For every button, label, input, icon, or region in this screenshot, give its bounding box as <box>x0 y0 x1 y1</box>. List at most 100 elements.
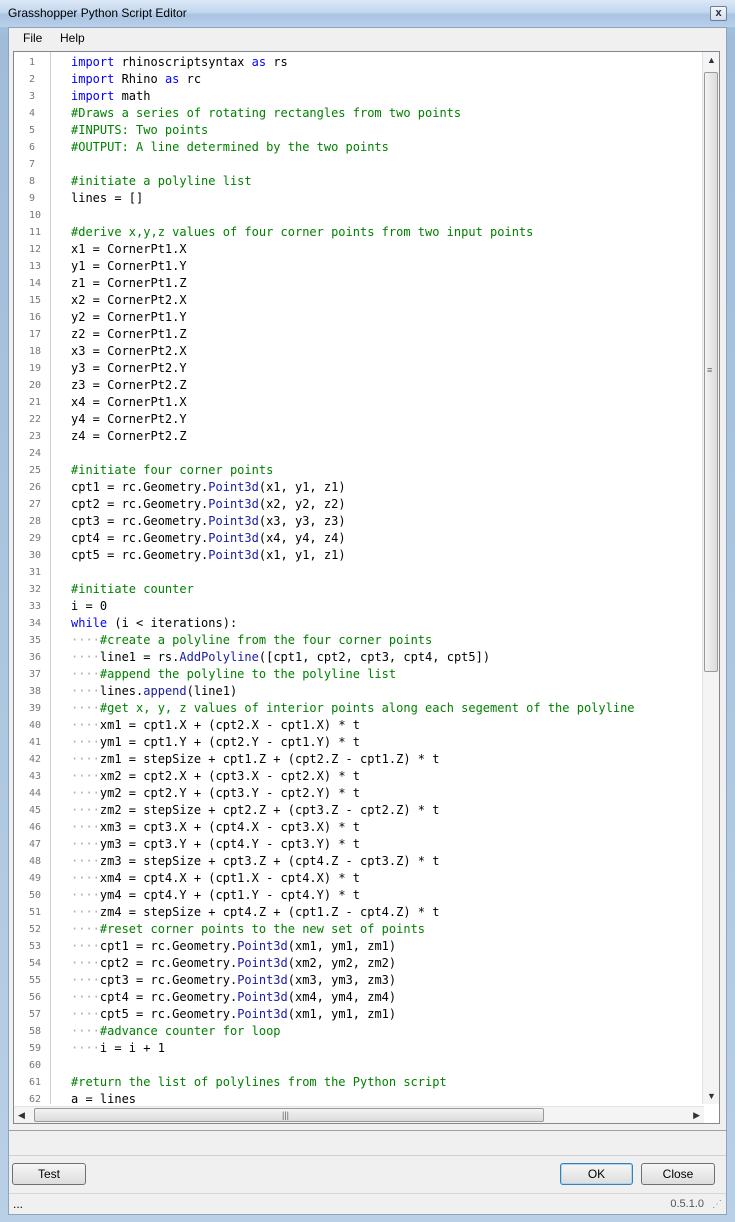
code-line[interactable]: 61 #return the list of polylines from the… <box>14 1074 704 1091</box>
code-line[interactable]: 7 <box>14 156 704 173</box>
code-line[interactable]: 11 #derive x,y,z values of four corner po… <box>14 224 704 241</box>
code-editor[interactable]: 1 import rhinoscriptsyntax as rs 2 import R… <box>13 51 720 1124</box>
code-line[interactable]: 30 cpt5 = rc.Geometry.Point3d(x1, y1, z1) <box>14 547 704 564</box>
code-line[interactable]: 60 <box>14 1057 704 1074</box>
code-line[interactable]: 25 #initiate four corner points <box>14 462 704 479</box>
comment-token: #return the list of polylines from the P… <box>71 1075 447 1089</box>
code-line[interactable]: 12 x1 = CornerPt1.X <box>14 241 704 258</box>
code-line[interactable]: 52 ····#reset corner points to the new se… <box>14 921 704 938</box>
code-line[interactable]: 59 ····i = i + 1 <box>14 1040 704 1057</box>
code-line[interactable]: 57 ····cpt5 = rc.Geometry.Point3d(xm1, ym… <box>14 1006 704 1023</box>
menu-file[interactable]: File <box>23 31 42 45</box>
code-line[interactable]: 13 y1 = CornerPt1.Y <box>14 258 704 275</box>
code-line[interactable]: 54 ····cpt2 = rc.Geometry.Point3d(xm2, ym… <box>14 955 704 972</box>
code-text: z1 = CornerPt1.Z <box>71 275 187 292</box>
code-line[interactable]: 62 a = lines <box>14 1091 704 1104</box>
code-line[interactable]: 16 y2 = CornerPt1.Y <box>14 309 704 326</box>
comment-token: #derive x,y,z values of four corner poin… <box>71 225 534 239</box>
code-line[interactable]: 28 cpt3 = rc.Geometry.Point3d(x3, y3, z3) <box>14 513 704 530</box>
code-line[interactable]: 26 cpt1 = rc.Geometry.Point3d(x1, y1, z1) <box>14 479 704 496</box>
code-line[interactable]: 56 ····cpt4 = rc.Geometry.Point3d(xm4, ym… <box>14 989 704 1006</box>
text-token: (xm2, ym2, zm2) <box>287 956 397 970</box>
code-line[interactable]: 9 lines = [] <box>14 190 704 207</box>
code-line[interactable]: 51 ····zm4 = stepSize + cpt4.Z + (cpt1.Z … <box>14 904 704 921</box>
line-number: 51 <box>29 907 42 918</box>
code-line[interactable]: 47 ····ym3 = cpt3.Y + (cpt4.Y - cpt3.Y) *… <box>14 836 704 853</box>
code-line[interactable]: 35 ····#create a polyline from the four c… <box>14 632 704 649</box>
code-line[interactable]: 6 #OUTPUT: A line determined by the two p… <box>14 139 704 156</box>
horizontal-scroll-thumb[interactable]: ||| <box>34 1108 544 1122</box>
line-number: 45 <box>29 805 42 816</box>
code-line[interactable]: 5 #INPUTS: Two points <box>14 122 704 139</box>
code-line[interactable]: 40 ····xm1 = cpt1.X + (cpt2.X - cpt1.X) *… <box>14 717 704 734</box>
code-line[interactable]: 10 <box>14 207 704 224</box>
code-line[interactable]: 27 cpt2 = rc.Geometry.Point3d(x2, y2, z2) <box>14 496 704 513</box>
code-line[interactable]: 18 x3 = CornerPt2.X <box>14 343 704 360</box>
code-line[interactable]: 1 import rhinoscriptsyntax as rs <box>14 54 704 71</box>
code-line[interactable]: 20 z3 = CornerPt2.Z <box>14 377 704 394</box>
code-line[interactable]: 36 ····line1 = rs.AddPolyline([cpt1, cpt2… <box>14 649 704 666</box>
vertical-scroll-thumb[interactable]: ≡ <box>704 72 718 672</box>
text-token: (x2, y2, z2) <box>258 497 346 511</box>
code-line[interactable]: 21 x4 = CornerPt1.X <box>14 394 704 411</box>
code-line[interactable]: 53 ····cpt1 = rc.Geometry.Point3d(xm1, ym… <box>14 938 704 955</box>
text-token: (xm1, ym1, zm1) <box>287 1007 397 1021</box>
code-line[interactable]: 48 ····zm3 = stepSize + cpt3.Z + (cpt4.Z … <box>14 853 704 870</box>
scroll-right-icon[interactable]: ▶ <box>693 1110 700 1121</box>
ok-button[interactable]: OK <box>560 1163 633 1185</box>
resize-grip-icon[interactable]: ⋰ <box>712 1199 722 1210</box>
code-line[interactable]: 45 ····zm2 = stepSize + cpt2.Z + (cpt3.Z … <box>14 802 704 819</box>
text-token: (x1, y1, z1) <box>258 480 346 494</box>
title-bar[interactable]: Grasshopper Python Script Editor x <box>0 0 735 27</box>
code-line[interactable]: 38 ····lines.append(line1) <box>14 683 704 700</box>
code-line[interactable]: 49 ····xm4 = cpt4.X + (cpt1.X - cpt4.X) *… <box>14 870 704 887</box>
code-line[interactable]: 3 import math <box>14 88 704 105</box>
menu-help[interactable]: Help <box>60 31 85 45</box>
code-line[interactable]: 22 y4 = CornerPt2.Y <box>14 411 704 428</box>
code-line[interactable]: 42 ····zm1 = stepSize + cpt1.Z + (cpt2.Z … <box>14 751 704 768</box>
code-line[interactable]: 43 ····xm2 = cpt2.X + (cpt3.X - cpt2.X) *… <box>14 768 704 785</box>
code-line[interactable]: 39 ····#get x, y, z values of interior po… <box>14 700 704 717</box>
code-line[interactable]: 50 ····ym4 = cpt4.Y + (cpt1.Y - cpt4.Y) *… <box>14 887 704 904</box>
code-line[interactable]: 32 #initiate counter <box>14 581 704 598</box>
code-line[interactable]: 4 #Draws a series of rotating rectangles … <box>14 105 704 122</box>
code-line[interactable]: 29 cpt4 = rc.Geometry.Point3d(x4, y4, z4) <box>14 530 704 547</box>
scroll-down-icon[interactable]: ▼ <box>707 1091 716 1101</box>
code-text-area[interactable]: 1 import rhinoscriptsyntax as rs 2 import R… <box>14 54 704 1104</box>
scroll-left-icon[interactable]: ◀ <box>18 1110 25 1121</box>
comment-token: #initiate counter <box>71 582 194 596</box>
horizontal-scrollbar[interactable]: ◀ ||| ▶ <box>14 1106 704 1123</box>
code-text: import rhinoscriptsyntax as rs <box>71 54 288 71</box>
code-line[interactable]: 46 ····xm3 = cpt3.X + (cpt4.X - cpt3.X) *… <box>14 819 704 836</box>
line-number: 6 <box>29 142 36 153</box>
close-window-button[interactable]: x <box>710 6 727 21</box>
code-line[interactable]: 8 #initiate a polyline list <box>14 173 704 190</box>
vertical-scrollbar[interactable]: ▲ ≡ ▼ <box>702 52 719 1104</box>
code-line[interactable]: 31 <box>14 564 704 581</box>
code-line[interactable]: 2 import Rhino as rc <box>14 71 704 88</box>
line-number: 60 <box>29 1060 42 1071</box>
code-line[interactable]: 15 x2 = CornerPt2.X <box>14 292 704 309</box>
line-number: 12 <box>29 244 42 255</box>
scroll-up-icon[interactable]: ▲ <box>707 55 716 65</box>
code-line[interactable]: 14 z1 = CornerPt1.Z <box>14 275 704 292</box>
code-line[interactable]: 34 while (i < iterations): <box>14 615 704 632</box>
code-line[interactable]: 19 y3 = CornerPt2.Y <box>14 360 704 377</box>
line-number: 25 <box>29 465 42 476</box>
whitespace-marker: ···· <box>71 871 100 885</box>
code-line[interactable]: 37 ····#append the polyline to the polyli… <box>14 666 704 683</box>
test-button[interactable]: Test <box>12 1163 86 1185</box>
text-token: math <box>114 89 151 103</box>
code-line[interactable]: 58 ····#advance counter for loop <box>14 1023 704 1040</box>
code-line[interactable]: 44 ····ym2 = cpt2.Y + (cpt3.Y - cpt2.Y) *… <box>14 785 704 802</box>
code-line[interactable]: 33 i = 0 <box>14 598 704 615</box>
code-line[interactable]: 41 ····ym1 = cpt1.Y + (cpt2.Y - cpt1.Y) *… <box>14 734 704 751</box>
line-number: 21 <box>29 397 42 408</box>
text-token: (x1, y1, z1) <box>258 548 346 562</box>
close-button[interactable]: Close <box>641 1163 715 1185</box>
code-line[interactable]: 23 z4 = CornerPt2.Z <box>14 428 704 445</box>
code-text: a = lines <box>71 1091 136 1104</box>
code-line[interactable]: 55 ····cpt3 = rc.Geometry.Point3d(xm3, ym… <box>14 972 704 989</box>
code-line[interactable]: 17 z2 = CornerPt1.Z <box>14 326 704 343</box>
code-line[interactable]: 24 <box>14 445 704 462</box>
